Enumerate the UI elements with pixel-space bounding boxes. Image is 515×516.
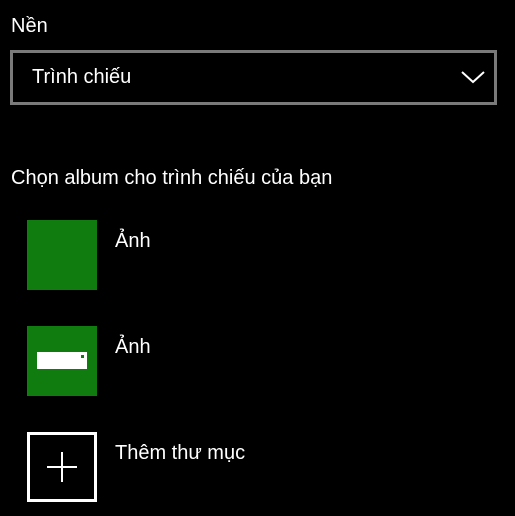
album-thumbnail [27,326,97,396]
drive-icon [37,352,87,369]
album-label: Ảnh [115,230,151,252]
dropdown-selected-value: Trình chiếu [32,66,132,88]
add-folder-label: Thêm thư mục [115,442,246,464]
add-folder-box [27,432,97,502]
add-folder-button[interactable]: Thêm thư mục [27,432,487,502]
plus-icon [47,452,77,482]
album-label: Ảnh [115,336,151,358]
album-item-photos-1[interactable]: Ảnh [27,220,487,290]
album-item-photos-2[interactable]: Ảnh [27,326,487,396]
background-section-title: Nền [11,15,48,37]
chevron-down-icon [461,71,485,84]
album-thumbnail [27,220,97,290]
choose-albums-heading: Chọn album cho trình chiếu của bạn [11,167,333,189]
background-type-dropdown[interactable]: Trình chiếu [10,50,497,105]
